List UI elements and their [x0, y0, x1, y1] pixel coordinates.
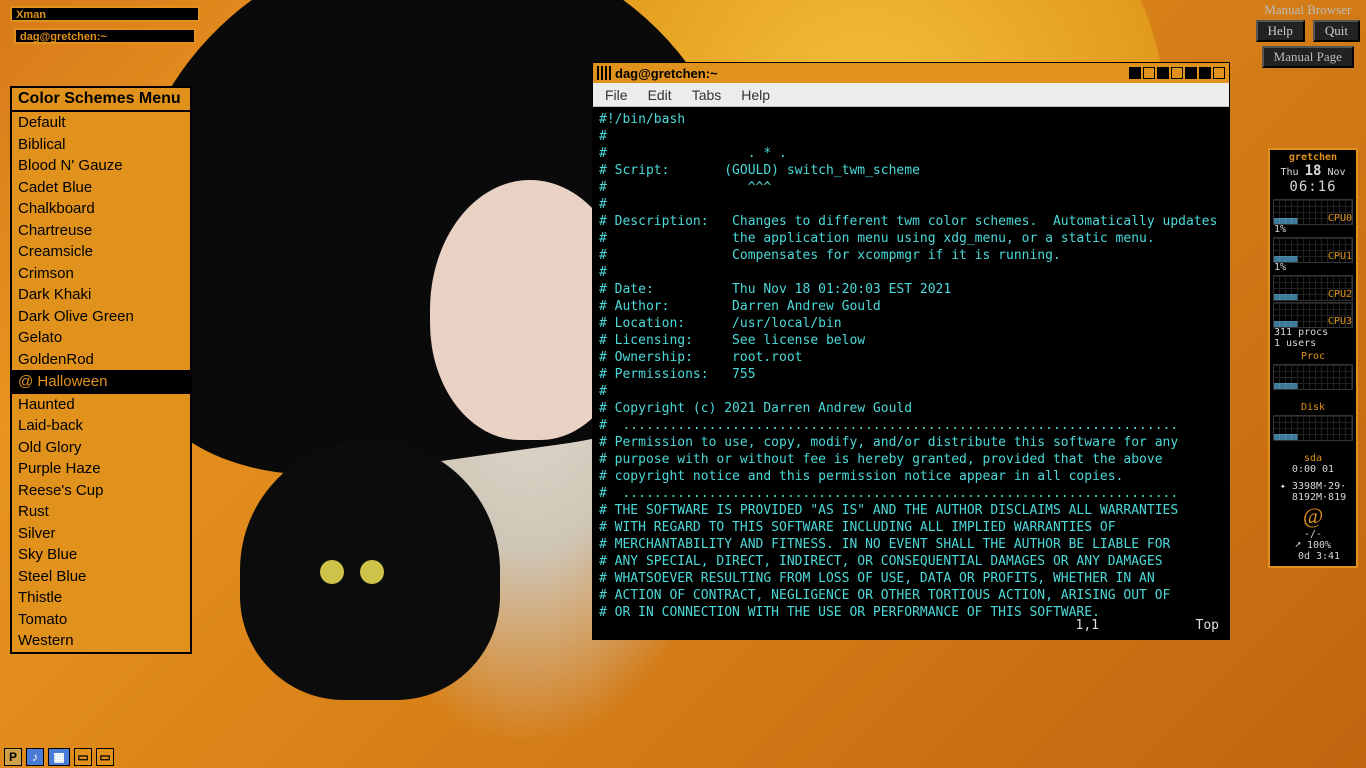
menu-help[interactable]: Help — [741, 87, 770, 103]
xman-title: Manual Browser — [1256, 2, 1360, 18]
menu-item[interactable]: @ Halloween — [12, 370, 190, 394]
conky-cpu-label: CPU3 — [1270, 316, 1356, 327]
menu-item[interactable]: Rust — [12, 501, 190, 523]
menu-item[interactable]: Steel Blue — [12, 566, 190, 588]
menu-item[interactable]: Cadet Blue — [12, 177, 190, 199]
conky-mem1: 3398M·29· — [1292, 481, 1346, 492]
menu-item[interactable]: Laid-back — [12, 415, 190, 437]
window-grip-icon[interactable] — [597, 66, 611, 80]
conky-uptime: 0d 3:41 — [1270, 551, 1356, 562]
conky-net-line: ➚ 100% — [1270, 540, 1356, 551]
menu-item[interactable]: Biblical — [12, 134, 190, 156]
conky-cpu-value: 1% — [1270, 262, 1356, 273]
menu-item[interactable]: Tomato — [12, 609, 190, 631]
menu-item[interactable]: Haunted — [12, 394, 190, 416]
menu-edit[interactable]: Edit — [648, 87, 672, 103]
conky-sda-label: sda — [1270, 453, 1356, 464]
iconified-terminal[interactable]: dag@gretchen:~ — [14, 28, 196, 44]
menu-item[interactable]: Reese's Cup — [12, 480, 190, 502]
menu-item[interactable]: Sky Blue — [12, 544, 190, 566]
conky-clock: 06:16 — [1270, 179, 1356, 195]
conky-net-pct: 100% — [1307, 540, 1331, 551]
window-button-icon[interactable] — [1199, 67, 1211, 79]
menu-item[interactable]: Old Glory — [12, 437, 190, 459]
conky-section-proc: Proc — [1270, 351, 1356, 362]
menu-item[interactable]: Western — [12, 630, 190, 652]
menu-item[interactable]: Chartreuse — [12, 220, 190, 242]
terminal-statusline: 1,1 Top — [1196, 618, 1219, 633]
iconified-xman[interactable]: Xman — [10, 6, 200, 22]
conky-sda-value: 0:00 01 — [1270, 464, 1356, 475]
xman-quit-button[interactable]: Quit — [1313, 20, 1360, 42]
color-schemes-menu: Color Schemes Menu DefaultBiblicalBlood … — [10, 86, 192, 654]
conky-date-month: Nov — [1321, 167, 1345, 178]
menu-item[interactable]: Silver — [12, 523, 190, 545]
conky-mem-line: ✦ 3398M·29· — [1270, 481, 1356, 492]
conky-cpu-label: CPU2 — [1270, 289, 1356, 300]
menu-item[interactable]: Creamsicle — [12, 241, 190, 263]
terminal-menubar: File Edit Tabs Help — [593, 83, 1229, 107]
window-button-icon[interactable] — [1171, 67, 1183, 79]
conky-procs: 311 procs — [1270, 327, 1356, 338]
conky-users: 1 users — [1270, 338, 1356, 349]
menu-item[interactable]: Default — [12, 112, 190, 134]
tray-volume-icon[interactable]: ♪ — [26, 748, 44, 766]
conky-cpu-label: CPU0 — [1270, 213, 1356, 224]
menu-tabs[interactable]: Tabs — [692, 87, 722, 103]
menu-item[interactable]: Chalkboard — [12, 198, 190, 220]
terminal-title: dag@gretchen:~ — [615, 66, 718, 81]
window-button-icon[interactable] — [1143, 67, 1155, 79]
terminal-titlebar[interactable]: dag@gretchen:~ — [593, 63, 1229, 83]
at-icon: @ — [1270, 503, 1356, 529]
window-button-icon[interactable] — [1129, 67, 1141, 79]
conky-cpu-value: 1% — [1270, 224, 1356, 235]
scroll-indicator: Top — [1196, 618, 1219, 633]
menu-item[interactable]: Gelato — [12, 327, 190, 349]
conky-cpu-label: CPU1 — [1270, 251, 1356, 262]
conky-section-disk: Disk — [1270, 402, 1356, 413]
menu-file[interactable]: File — [605, 87, 628, 103]
xman-help-button[interactable]: Help — [1256, 20, 1305, 42]
terminal-window: dag@gretchen:~ File Edit Tabs Help #!/bi… — [592, 62, 1230, 640]
menu-item[interactable]: Dark Olive Green — [12, 306, 190, 328]
window-button-icon[interactable] — [1157, 67, 1169, 79]
conky-proc-graph — [1273, 364, 1353, 390]
wallpaper-cat-eye — [320, 560, 344, 584]
window-buttons — [1129, 67, 1229, 79]
xman-panel: Manual Browser Help Quit Manual Page — [1256, 2, 1360, 68]
menu-item[interactable]: Purple Haze — [12, 458, 190, 480]
conky-panel: gretchen Thu 18 Nov 06:16 CPU01%CPU11%CP… — [1268, 148, 1358, 568]
conky-uptime-value: 0d 3:41 — [1298, 551, 1340, 562]
terminal-body[interactable]: #!/bin/bash # # . * . # Script: (GOULD) … — [593, 107, 1229, 639]
conky-hostname: gretchen — [1270, 152, 1356, 163]
tray-app-icon[interactable]: ▭ — [74, 748, 92, 766]
menu-title: Color Schemes Menu — [12, 88, 190, 112]
menu-item[interactable]: Blood N' Gauze — [12, 155, 190, 177]
taskbar: P ♪ ▦ ▭ ▭ — [0, 746, 118, 768]
menu-item[interactable]: Thistle — [12, 587, 190, 609]
conky-mem2: 8192M·819 — [1292, 492, 1346, 503]
cursor-position: 1,1 — [1076, 618, 1099, 633]
conky-date: Thu 18 Nov — [1270, 163, 1356, 179]
menu-item[interactable]: GoldenRod — [12, 349, 190, 371]
conky-mem-line: 8192M·819 — [1270, 492, 1356, 503]
xman-manual-page-button[interactable]: Manual Page — [1262, 46, 1354, 68]
conky-date-weekday: Thu — [1280, 167, 1304, 178]
conky-date-day: 18 — [1305, 163, 1322, 179]
menu-item[interactable]: Crimson — [12, 263, 190, 285]
conky-net-rate: -/- — [1270, 529, 1356, 540]
menu-item[interactable]: Dark Khaki — [12, 284, 190, 306]
conky-disk-graph — [1273, 415, 1353, 441]
tray-app-icon[interactable]: ▭ — [96, 748, 114, 766]
window-button-icon[interactable] — [1185, 67, 1197, 79]
window-button-icon[interactable] — [1213, 67, 1225, 79]
tray-desktops-icon[interactable]: ▦ — [48, 748, 70, 766]
pager-icon[interactable]: P — [4, 748, 22, 766]
wallpaper-cat-eye — [360, 560, 384, 584]
